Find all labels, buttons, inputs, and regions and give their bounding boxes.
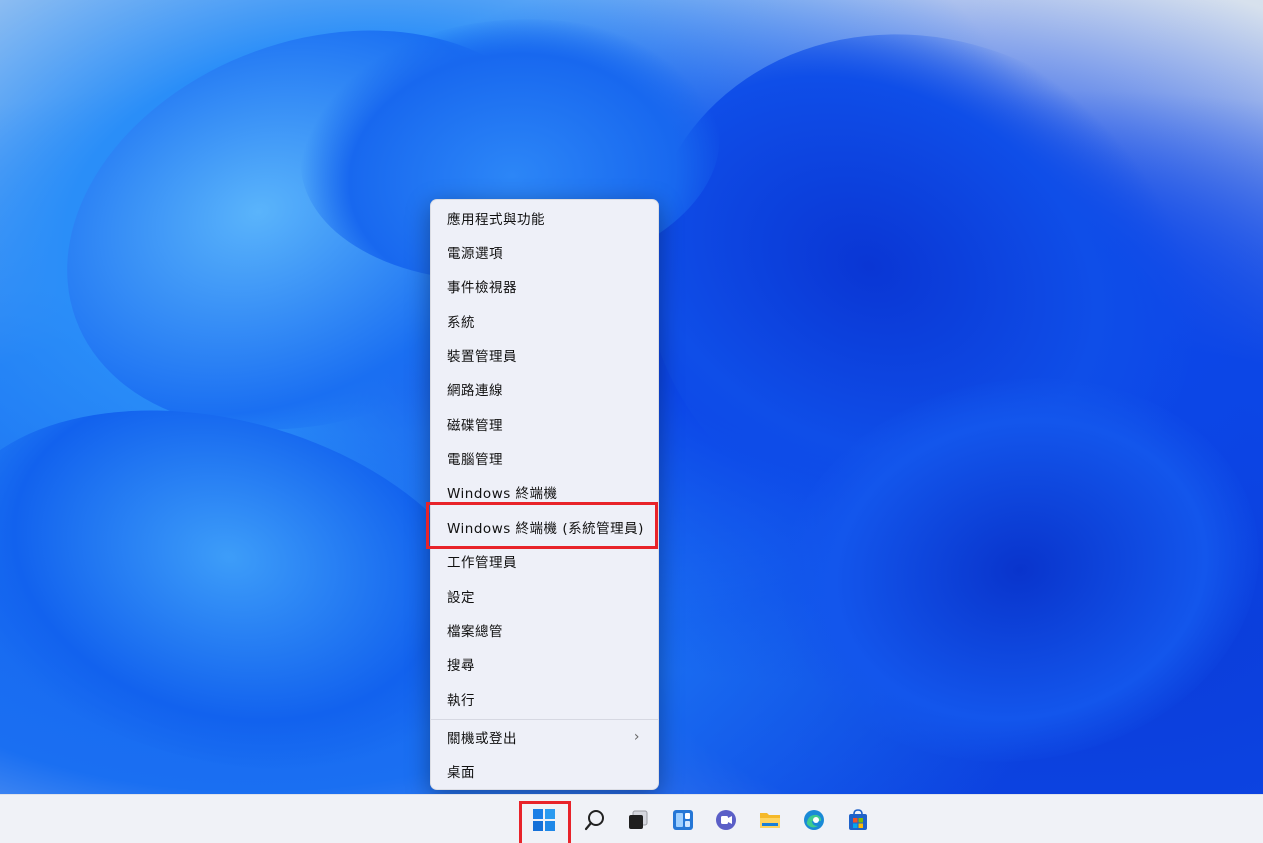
chat-icon[interactable]	[715, 809, 737, 831]
winx-context-menu: 應用程式與功能 電源選項 事件檢視器 系統 裝置管理員 網路連線 磁碟管理 電腦…	[430, 199, 659, 790]
file-explorer-icon[interactable]	[759, 809, 781, 831]
menu-item-label: 關機或登出	[447, 731, 517, 747]
highlight-box-terminal-admin	[426, 502, 658, 549]
widgets-icon[interactable]	[672, 809, 694, 831]
menu-item-task-manager[interactable]: 工作管理員	[435, 545, 654, 577]
search-icon[interactable]	[584, 809, 606, 831]
menu-item-power-options[interactable]: 電源選項	[435, 236, 654, 268]
menu-item-run[interactable]: 執行	[435, 683, 654, 715]
menu-item-apps-features[interactable]: 應用程式與功能	[435, 202, 654, 234]
menu-item-system[interactable]: 系統	[435, 305, 654, 337]
menu-separator	[431, 719, 658, 720]
chevron-right-icon: ›	[633, 729, 640, 745]
edge-icon[interactable]	[803, 809, 825, 831]
task-view-icon[interactable]	[627, 809, 649, 831]
menu-item-file-explorer[interactable]: 檔案總管	[435, 614, 654, 646]
menu-item-search[interactable]: 搜尋	[435, 648, 654, 680]
taskbar	[0, 794, 1263, 843]
highlight-box-start-button	[519, 801, 571, 843]
menu-item-event-viewer[interactable]: 事件檢視器	[435, 270, 654, 302]
menu-item-network-connections[interactable]: 網路連線	[435, 373, 654, 405]
menu-item-computer-management[interactable]: 電腦管理	[435, 442, 654, 474]
menu-item-disk-management[interactable]: 磁碟管理	[435, 408, 654, 440]
menu-item-desktop[interactable]: 桌面	[435, 755, 654, 787]
menu-item-shutdown-signout[interactable]: 關機或登出 ›	[435, 721, 654, 753]
menu-item-device-manager[interactable]: 裝置管理員	[435, 339, 654, 371]
store-icon[interactable]	[847, 809, 869, 831]
menu-item-settings[interactable]: 設定	[435, 580, 654, 612]
